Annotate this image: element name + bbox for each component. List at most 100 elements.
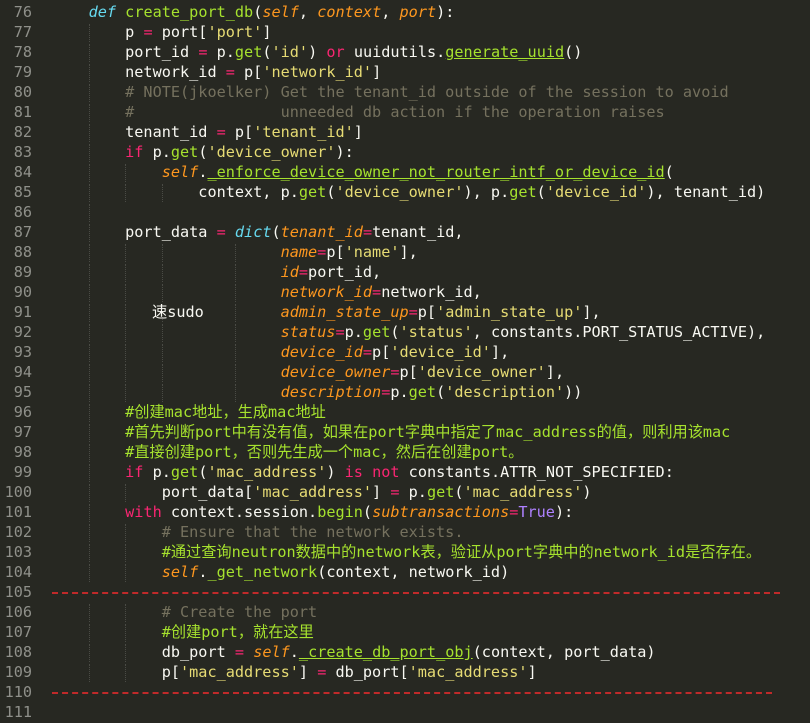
code-line[interactable]: 82 tenant_id = p['tenant_id']: [0, 122, 810, 142]
code-line[interactable]: 92 status=p.get('status', constants.PORT…: [0, 322, 810, 342]
code-token: context: [317, 3, 382, 21]
code-text: name=p['name'],: [52, 242, 418, 262]
code-token: #首先判断port中有没有值，如果在port字典中指定了mac_address的…: [52, 423, 731, 441]
code-line[interactable]: 88 name=p['name'],: [0, 242, 810, 262]
code-token: self: [253, 643, 290, 661]
code-token: p.: [344, 323, 363, 341]
code-token: 'mac_address': [463, 483, 583, 501]
code-line[interactable]: 76 def create_port_db(self, context, por…: [0, 2, 810, 22]
code-text: context, p.get('device_owner'), p.get('d…: [52, 182, 765, 202]
code-line[interactable]: 101 with context.session.begin(subtransa…: [0, 502, 810, 522]
code-token: =: [317, 663, 327, 681]
code-token: # Create the port: [52, 603, 318, 621]
code-line[interactable]: 96 #创建mac地址，生成mac地址: [0, 402, 810, 422]
code-line[interactable]: 91 admin_state_up=p['admin_state_up'],: [0, 302, 810, 322]
line-number: 82: [13, 123, 32, 141]
code-token: get: [426, 483, 455, 501]
code-token: uuidutils.: [344, 43, 446, 61]
code-token: ],: [399, 243, 418, 261]
line-number: 97: [13, 423, 32, 441]
code-line[interactable]: 81 # unneeded db action if the operation…: [0, 102, 810, 122]
code-text: device_id=p['device_id'],: [52, 342, 510, 362]
line-number: 109: [4, 663, 32, 681]
line-number: 102: [4, 523, 32, 541]
code-token: ]: [527, 663, 537, 681]
code-line[interactable]: 107 #创建port，就在这里: [0, 622, 810, 642]
code-text: db_port = self._create_db_port_obj(conte…: [52, 642, 656, 662]
code-text: device_owner=p['device_owner'],: [52, 362, 565, 382]
code-token: get: [362, 323, 391, 341]
code-token: .: [289, 643, 299, 661]
code-line[interactable]: 79 network_id = p['network_id']: [0, 62, 810, 82]
code-token: (: [262, 43, 272, 61]
code-token: 'device_owner': [207, 143, 336, 161]
code-token: ],: [545, 363, 565, 381]
code-line[interactable]: 77 p = port['port']: [0, 22, 810, 42]
code-token: port_data[: [52, 483, 254, 501]
code-token: _enforce_device_owner_not_router_intf_or…: [207, 163, 665, 181]
code-line[interactable]: 94 device_owner=p['device_owner'],: [0, 362, 810, 382]
line-number: 99: [13, 463, 32, 481]
code-line[interactable]: 99 if p.get('mac_address') is not consta…: [0, 462, 810, 482]
code-line[interactable]: 89 id=port_id,: [0, 262, 810, 282]
code-line[interactable]: 97 #首先判断port中有没有值，如果在port字典中指定了mac_addre…: [0, 422, 810, 442]
code-line[interactable]: 87 port_data = dict(tenant_id=tenant_id,: [0, 222, 810, 242]
code-line[interactable]: 90 network_id=network_id,: [0, 282, 810, 302]
code-token: status: [280, 323, 336, 341]
indent-guide: [88, 204, 90, 222]
code-token: generate_uuid: [445, 43, 565, 61]
code-line[interactable]: 108 db_port = self._create_db_port_obj(c…: [0, 642, 810, 662]
code-line[interactable]: 104 self._get_network(context, network_i…: [0, 562, 810, 582]
code-line[interactable]: 84 self._enforce_device_owner_not_router…: [0, 162, 810, 182]
code-token: #创建mac地址，生成mac地址: [52, 403, 326, 421]
code-line[interactable]: 83 if p.get('device_owner'):: [0, 142, 810, 162]
code-line[interactable]: 93 device_id=p['device_id'],: [0, 342, 810, 362]
code-token: port_id,: [308, 263, 382, 281]
code-text: network_id=network_id,: [52, 282, 482, 302]
code-line[interactable]: 100 port_data['mac_address'] = p.get('ma…: [0, 482, 810, 502]
code-token: port: [399, 3, 437, 21]
code-line[interactable]: 105: [0, 582, 810, 602]
code-token: context.session.: [161, 503, 318, 521]
line-number: 101: [4, 503, 32, 521]
code-line[interactable]: 80 # NOTE(jkoelker) Get the tenant_id ou…: [0, 82, 810, 102]
code-text: self._get_network(context, network_id): [52, 562, 510, 582]
code-line[interactable]: 102 # Ensure that the network exists.: [0, 522, 810, 542]
code-line[interactable]: 110: [0, 682, 810, 702]
line-number: 96: [13, 403, 32, 421]
code-text: #通过查询neutron数据中的network表，验证从port字典中的netw…: [52, 542, 761, 562]
code-line[interactable]: 106 # Create the port: [0, 602, 810, 622]
code-line[interactable]: 98 #直接创建port，否则先生成一个mac，然后在创建port。: [0, 442, 810, 462]
line-number: 92: [13, 323, 32, 341]
code-line[interactable]: 111: [0, 702, 810, 722]
code-token: =: [372, 283, 382, 301]
code-token: 'device_id': [545, 183, 647, 201]
code-line[interactable]: 85 context, p.get('device_owner'), p.get…: [0, 182, 810, 202]
code-token: ,: [298, 3, 318, 21]
code-line[interactable]: 86: [0, 202, 810, 222]
code-token: context, p.: [52, 183, 299, 201]
code-text: if p.get('device_owner'):: [52, 142, 354, 162]
code-line[interactable]: 109 p['mac_address'] = db_port['mac_addr…: [0, 662, 810, 682]
code-line[interactable]: 95 description=p.get('description')): [0, 382, 810, 402]
code-text: def create_port_db(self, context, port):: [52, 2, 455, 22]
code-line[interactable]: 78 port_id = p.get('id') or uuidutils.ge…: [0, 42, 810, 62]
line-number: 103: [4, 543, 32, 561]
code-token: 'device_owner': [335, 183, 464, 201]
code-text: #直接创建port，否则先生成一个mac，然后在创建port。: [52, 442, 523, 462]
code-token: ):: [436, 3, 455, 21]
code-token: port_id: [52, 43, 199, 61]
code-token: tenant_id,: [372, 223, 464, 241]
section-ruler: [52, 692, 772, 694]
code-token: get: [234, 43, 263, 61]
code-line[interactable]: 103 #通过查询neutron数据中的network表，验证从port字典中的…: [0, 542, 810, 562]
code-token: (): [564, 43, 583, 61]
code-token: self: [161, 563, 199, 581]
code-editor[interactable]: 76 def create_port_db(self, context, por…: [0, 0, 810, 723]
code-token: ]: [372, 63, 382, 81]
